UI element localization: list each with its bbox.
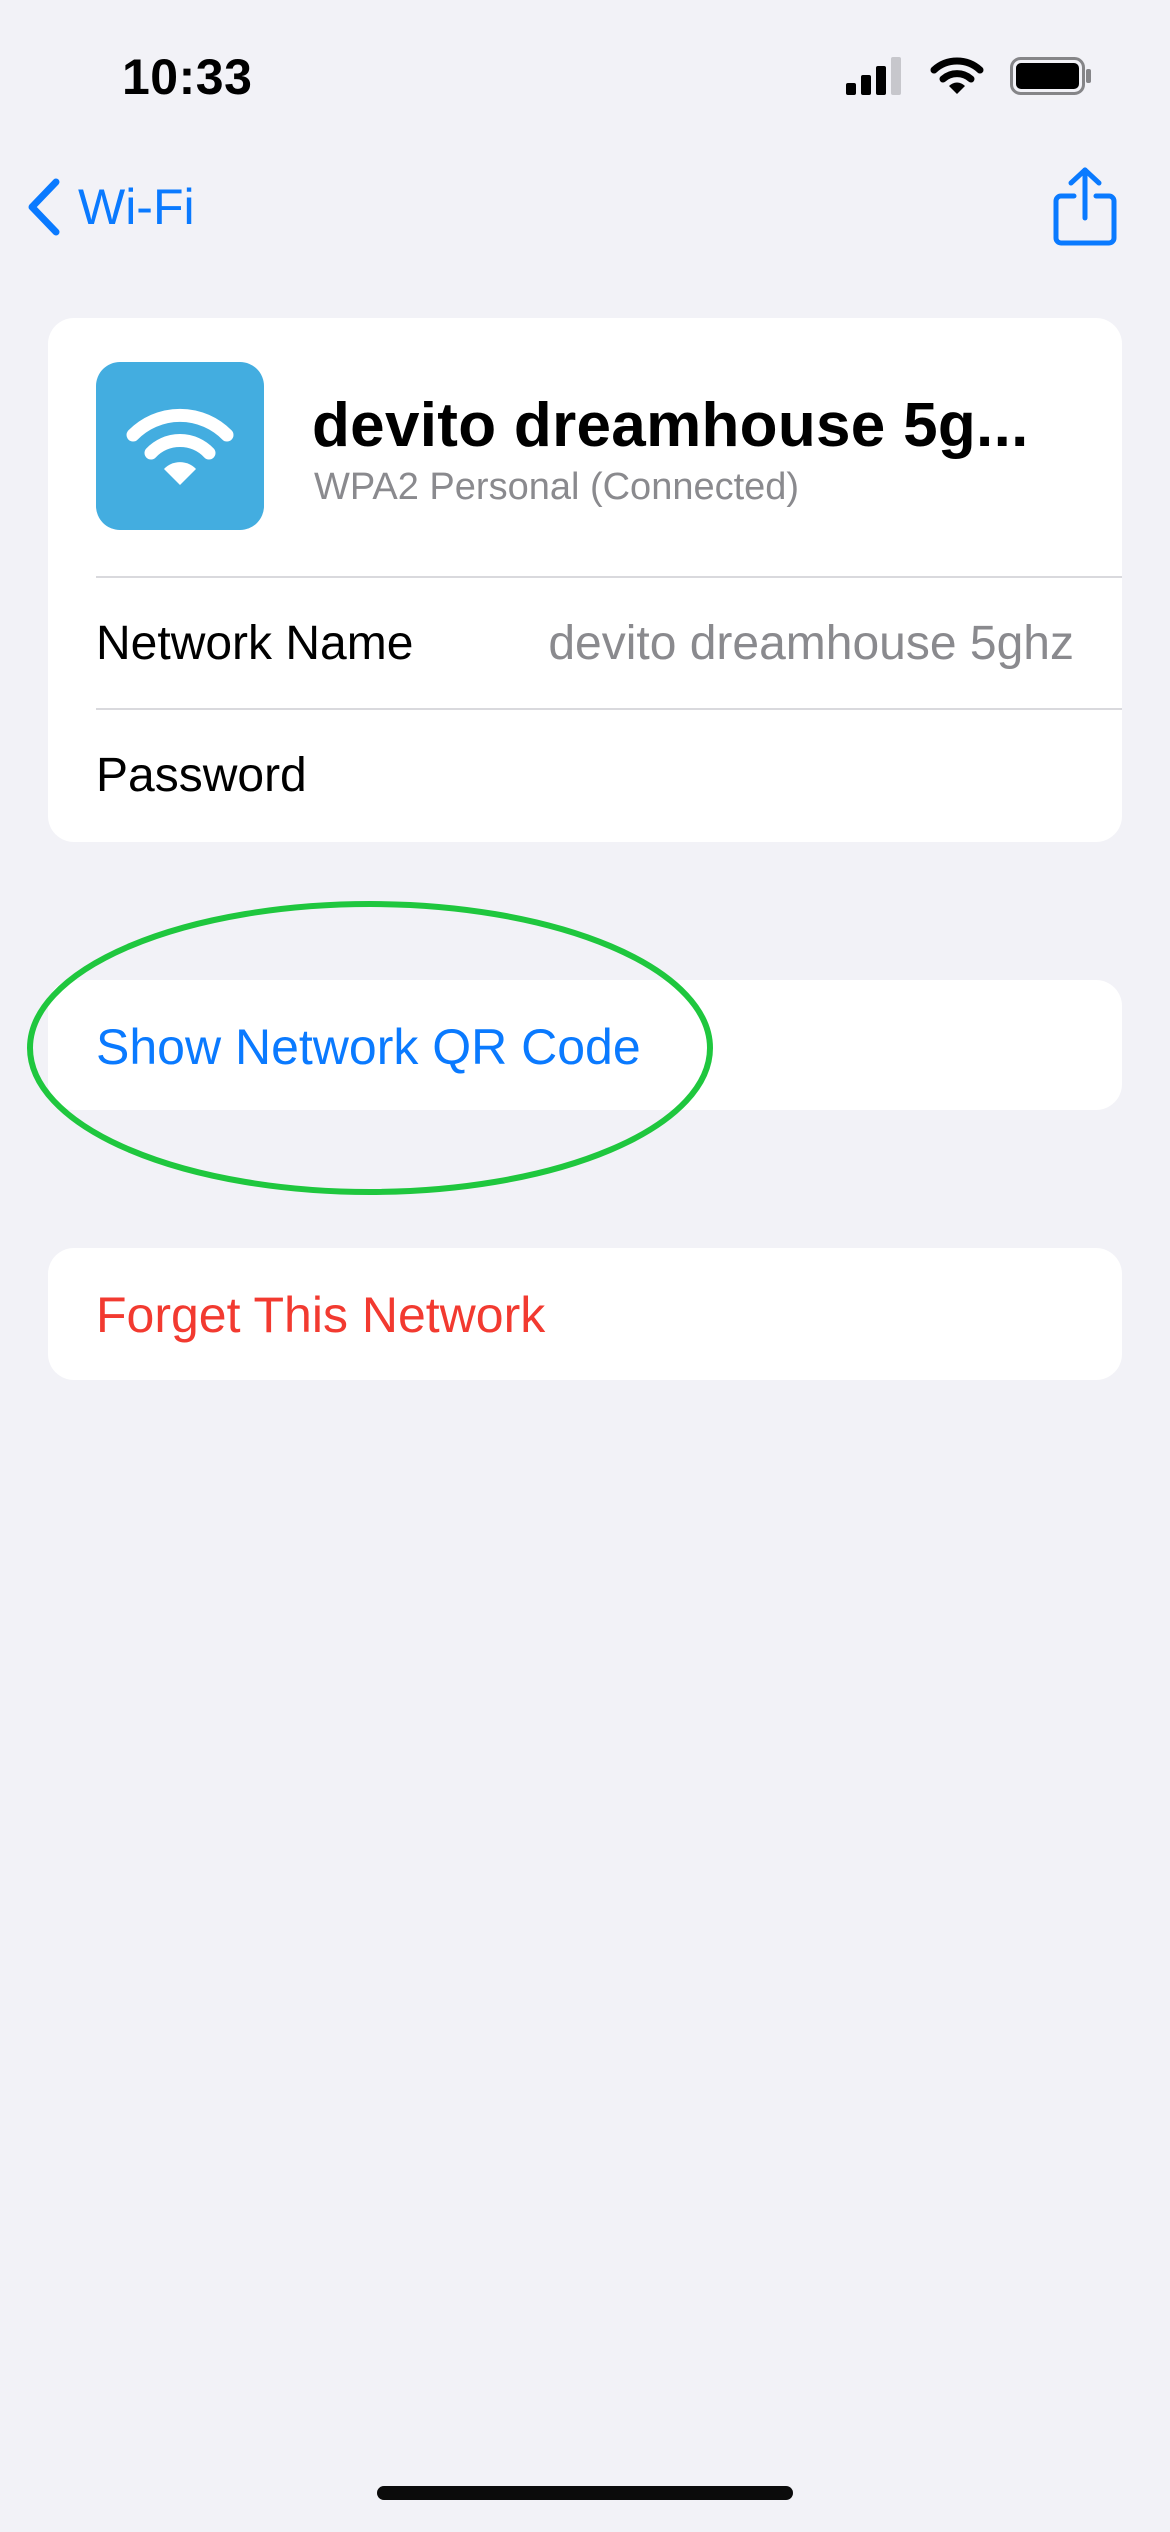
back-button-label: Wi-Fi xyxy=(78,179,195,235)
share-button[interactable] xyxy=(1052,166,1118,246)
divider xyxy=(96,576,1122,578)
status-time: 10:33 xyxy=(122,49,253,105)
show-qr-code-button[interactable]: Show Network QR Code xyxy=(48,980,1122,1110)
wifi-status-icon xyxy=(930,57,984,94)
network-name-label: Network Name xyxy=(96,617,414,670)
status-icons xyxy=(846,56,1092,96)
forget-network-button[interactable]: Forget This Network xyxy=(48,1248,1122,1380)
wifi-network-details-screen: 10:33 Wi-Fi devito dreamhouse 5g... WPA2… xyxy=(0,0,1170,2532)
battery-icon xyxy=(1010,57,1091,95)
divider xyxy=(96,708,1122,710)
password-label[interactable]: Password xyxy=(96,748,307,803)
network-title: devito dreamhouse 5g... xyxy=(312,391,1029,460)
forget-network-label: Forget This Network xyxy=(96,1287,546,1343)
network-info-card: devito dreamhouse 5g... WPA2 Personal (C… xyxy=(48,318,1122,842)
back-button[interactable]: Wi-Fi xyxy=(24,172,195,242)
home-indicator[interactable] xyxy=(377,2486,793,2500)
network-security-status: WPA2 Personal (Connected) xyxy=(314,466,800,508)
chevron-left-icon xyxy=(28,178,60,236)
share-icon xyxy=(1053,167,1117,246)
wifi-icon xyxy=(126,408,234,485)
network-name-value: devito dreamhouse 5ghz xyxy=(548,617,1074,670)
cellular-signal-icon xyxy=(846,57,901,95)
show-qr-code-label: Show Network QR Code xyxy=(96,1019,641,1075)
network-icon-tile xyxy=(96,362,264,530)
